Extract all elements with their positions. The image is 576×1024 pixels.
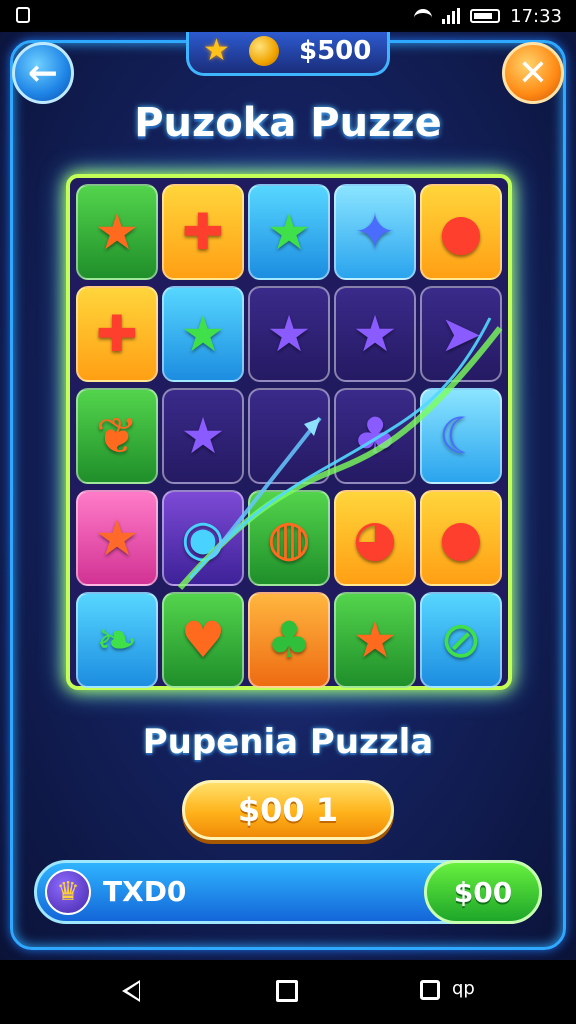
reward-label: TXD0 (103, 875, 187, 908)
tile[interactable]: ● (420, 184, 502, 280)
notification-icon (16, 7, 30, 23)
tile[interactable]: ❦ (76, 388, 158, 484)
level-name: Pupenia Puzzla (142, 722, 434, 762)
tile[interactable]: ✦ (334, 184, 416, 280)
coin-counter: ★ $500 (186, 32, 390, 76)
tile[interactable]: ✚ (162, 184, 244, 280)
status-bar: 17:33 (0, 0, 576, 32)
page-title: Puzoka Puzze (134, 100, 442, 146)
star-icon: ★ (266, 203, 312, 261)
nav-extra-text: qp (452, 978, 475, 999)
tile[interactable]: ♣ (248, 592, 330, 688)
arrow-left-icon: ← (27, 52, 59, 94)
tile[interactable]: ◉ (162, 490, 244, 586)
moon-icon: ☾ (438, 407, 484, 465)
racket-icon: ⊘ (440, 611, 482, 669)
nav-recent-icon[interactable] (420, 980, 440, 1000)
tile[interactable]: ● (420, 490, 502, 586)
star-icon: ★ (180, 407, 226, 465)
reward-bar[interactable]: ♛ TXD0 $00 (34, 860, 542, 924)
nav-back-icon[interactable] (122, 980, 140, 1002)
palm-tree-icon: ♣ (352, 407, 398, 465)
tile[interactable]: ♣ (334, 388, 416, 484)
tile[interactable]: ✚ (76, 286, 158, 382)
cross-icon: ✚ (96, 305, 138, 363)
star-icon: ★ (266, 305, 312, 363)
rocket-icon: ➤ (440, 305, 482, 363)
blob-icon: ◍ (267, 509, 311, 567)
creature-icon: ◕ (353, 509, 397, 567)
tile[interactable]: ★ (162, 388, 244, 484)
tile[interactable]: ♥ (162, 592, 244, 688)
clock: 17:33 (510, 5, 562, 27)
system-nav-bar: qp (0, 960, 576, 1024)
star-icon: ★ (180, 305, 226, 363)
tile[interactable]: ☾ (420, 388, 502, 484)
tile[interactable]: ★ (334, 286, 416, 382)
tile[interactable]: ★ (248, 184, 330, 280)
star-icon: ★ (94, 509, 140, 567)
star-icon: ★ (203, 33, 230, 68)
eye-icon: ◉ (181, 509, 225, 567)
star-icon: ★ (94, 203, 140, 261)
cross-icon: ✚ (182, 203, 224, 261)
shield-icon: ♥ (180, 611, 226, 669)
tile[interactable]: ◕ (334, 490, 416, 586)
orb-icon: ● (439, 509, 483, 567)
tile[interactable]: ★ (76, 184, 158, 280)
nav-home-icon[interactable] (276, 980, 298, 1002)
leaf-icon: ❧ (96, 611, 138, 669)
game-screen: ★ $500 ← ✕ Puzoka Puzze ⊘ ★ ♣ ♥ ❧ ● ◕ ◍ ◉ ★ ☾ ♣ ★ ❦ ➤ ★… (0, 32, 576, 960)
star-icon: ★ (352, 611, 398, 669)
close-icon: ✕ (517, 52, 549, 94)
tile[interactable]: ◍ (248, 490, 330, 586)
tile[interactable]: ➤ (420, 286, 502, 382)
coin-icon (249, 36, 279, 66)
reward-value-button[interactable]: $00 (424, 860, 542, 924)
battery-icon (470, 9, 501, 23)
tile[interactable] (248, 388, 330, 484)
status-icons: 17:33 (414, 4, 562, 28)
palm-tree-icon: ♣ (266, 611, 312, 669)
tile[interactable]: ★ (76, 490, 158, 586)
back-button[interactable]: ← (12, 42, 74, 104)
tile[interactable]: ★ (162, 286, 244, 382)
pinecone-icon: ❦ (96, 407, 138, 465)
star-icon: ★ (352, 305, 398, 363)
close-button[interactable]: ✕ (502, 42, 564, 104)
tile[interactable]: ★ (334, 592, 416, 688)
tile[interactable]: ★ (248, 286, 330, 382)
wifi-icon (414, 9, 433, 23)
signal-icon (442, 8, 461, 24)
tile[interactable]: ❧ (76, 592, 158, 688)
trophy-icon: ♛ (45, 869, 91, 915)
orb-icon: ● (439, 203, 483, 261)
tile[interactable]: ⊘ (420, 592, 502, 688)
star-icon: ✦ (354, 203, 396, 261)
coin-amount: $500 (299, 36, 372, 66)
puzzle-board[interactable]: ⊘ ★ ♣ ♥ ❧ ● ◕ ◍ ◉ ★ ☾ ♣ ★ ❦ ➤ ★ ★ ★ ✚ ● ✦ ★ ✚ ★ (66, 174, 512, 690)
play-button[interactable]: $00 1 (182, 780, 394, 840)
